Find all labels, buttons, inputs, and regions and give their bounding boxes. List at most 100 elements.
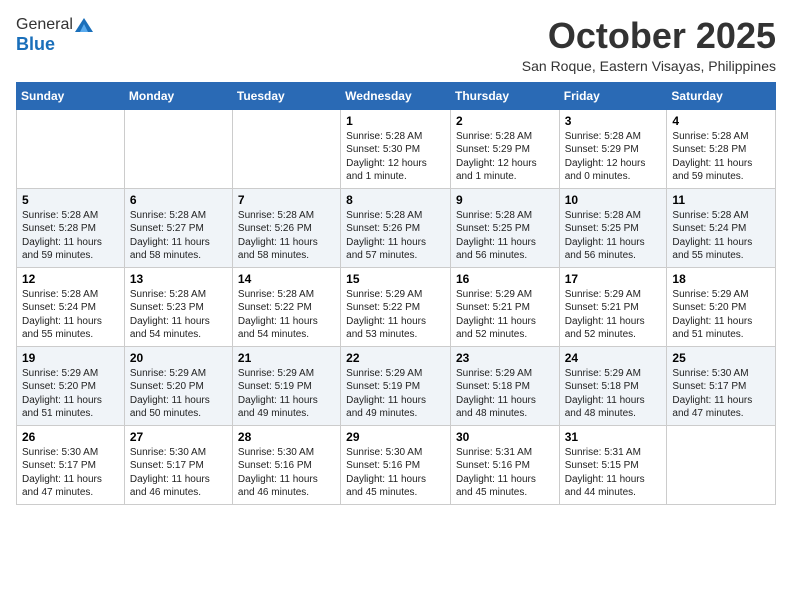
day-cell: 18Sunrise: 5:29 AM Sunset: 5:20 PM Dayli… <box>667 267 776 346</box>
day-cell: 8 Sunrise: 5:28 AM Sunset: 5:26 PM Daylig… <box>341 188 451 267</box>
day-cell <box>17 109 125 188</box>
day-cell: 1 Sunrise: 5:28 AM Sunset: 5:30 PM Daylig… <box>341 109 451 188</box>
day-cell <box>124 109 232 188</box>
day-number: 29 <box>346 430 445 444</box>
day-cell: 13 Sunrise: 5:28 AM Sunset: 5:23 PM Dayli… <box>124 267 232 346</box>
day-cell: 29 Sunrise: 5:30 AM Sunset: 5:16 PM Dayli… <box>341 425 451 504</box>
day-number: 4 <box>672 114 770 128</box>
day-number: 7 <box>238 193 335 207</box>
day-cell: 17 Sunrise: 5:29 AM Sunset: 5:21 PM Dayli… <box>559 267 667 346</box>
day-info: Sunrise: 5:30 AM Sunset: 5:16 PM Dayligh… <box>238 446 335 500</box>
day-number: 23 <box>456 351 554 365</box>
day-info: Sunrise: 5:31 AM Sunset: 5:15 PM Dayligh… <box>565 446 662 500</box>
day-info: Sunrise: 5:28 AM Sunset: 5:26 PM Dayligh… <box>238 209 335 263</box>
day-info: Sunrise: 5:30 AM Sunset: 5:17 PM Dayligh… <box>130 446 227 500</box>
logo-icon <box>75 18 93 32</box>
day-number: 12 <box>22 272 119 286</box>
day-number: 24 <box>565 351 662 365</box>
day-cell: 14 Sunrise: 5:28 AM Sunset: 5:22 PM Dayli… <box>232 267 340 346</box>
week-row-4: 19 Sunrise: 5:29 AM Sunset: 5:20 PM Dayli… <box>17 346 776 425</box>
day-cell: 3Sunrise: 5:28 AM Sunset: 5:29 PM Daylig… <box>559 109 667 188</box>
day-cell: 2Sunrise: 5:28 AM Sunset: 5:29 PM Daylig… <box>450 109 559 188</box>
month-title: October 2025 <box>522 16 776 56</box>
day-info: Sunrise: 5:29 AM Sunset: 5:21 PM Dayligh… <box>565 288 662 342</box>
day-number: 27 <box>130 430 227 444</box>
day-info: Sunrise: 5:28 AM Sunset: 5:28 PM Dayligh… <box>22 209 119 263</box>
day-number: 30 <box>456 430 554 444</box>
day-number: 10 <box>565 193 662 207</box>
day-number: 15 <box>346 272 445 286</box>
day-number: 1 <box>346 114 445 128</box>
day-info: Sunrise: 5:30 AM Sunset: 5:17 PM Dayligh… <box>672 367 770 421</box>
day-cell: 4 Sunrise: 5:28 AM Sunset: 5:28 PM Daylig… <box>667 109 776 188</box>
day-info: Sunrise: 5:28 AM Sunset: 5:26 PM Dayligh… <box>346 209 445 263</box>
day-number: 13 <box>130 272 227 286</box>
day-cell: 24Sunrise: 5:29 AM Sunset: 5:18 PM Dayli… <box>559 346 667 425</box>
day-number: 8 <box>346 193 445 207</box>
week-row-5: 26 Sunrise: 5:30 AM Sunset: 5:17 PM Dayli… <box>17 425 776 504</box>
day-number: 18 <box>672 272 770 286</box>
day-info: Sunrise: 5:31 AM Sunset: 5:16 PM Dayligh… <box>456 446 554 500</box>
calendar-header-row: SundayMondayTuesdayWednesdayThursdayFrid… <box>17 82 776 109</box>
day-info: Sunrise: 5:30 AM Sunset: 5:16 PM Dayligh… <box>346 446 445 500</box>
day-cell <box>232 109 340 188</box>
day-number: 28 <box>238 430 335 444</box>
day-info: Sunrise: 5:28 AM Sunset: 5:25 PM Dayligh… <box>565 209 662 263</box>
day-info: Sunrise: 5:29 AM Sunset: 5:21 PM Dayligh… <box>456 288 554 342</box>
day-cell: 19 Sunrise: 5:29 AM Sunset: 5:20 PM Dayli… <box>17 346 125 425</box>
day-info: Sunrise: 5:28 AM Sunset: 5:30 PM Dayligh… <box>346 130 445 184</box>
day-cell: 21 Sunrise: 5:29 AM Sunset: 5:19 PM Dayli… <box>232 346 340 425</box>
logo-general-text: General <box>16 16 73 34</box>
day-cell: 25 Sunrise: 5:30 AM Sunset: 5:17 PM Dayli… <box>667 346 776 425</box>
location-title: San Roque, Eastern Visayas, Philippines <box>522 58 776 74</box>
day-number: 6 <box>130 193 227 207</box>
day-number: 25 <box>672 351 770 365</box>
header-tuesday: Tuesday <box>232 82 340 109</box>
header-monday: Monday <box>124 82 232 109</box>
day-cell: 30 Sunrise: 5:31 AM Sunset: 5:16 PM Dayli… <box>450 425 559 504</box>
header-thursday: Thursday <box>450 82 559 109</box>
day-info: Sunrise: 5:29 AM Sunset: 5:18 PM Dayligh… <box>456 367 554 421</box>
day-cell: 5 Sunrise: 5:28 AM Sunset: 5:28 PM Daylig… <box>17 188 125 267</box>
day-cell: 6Sunrise: 5:28 AM Sunset: 5:27 PM Daylig… <box>124 188 232 267</box>
day-number: 5 <box>22 193 119 207</box>
title-area: October 2025 San Roque, Eastern Visayas,… <box>522 16 776 74</box>
day-number: 17 <box>565 272 662 286</box>
day-cell: 7 Sunrise: 5:28 AM Sunset: 5:26 PM Daylig… <box>232 188 340 267</box>
day-number: 26 <box>22 430 119 444</box>
day-info: Sunrise: 5:29 AM Sunset: 5:22 PM Dayligh… <box>346 288 445 342</box>
header-saturday: Saturday <box>667 82 776 109</box>
day-cell: 22Sunrise: 5:29 AM Sunset: 5:19 PM Dayli… <box>341 346 451 425</box>
day-info: Sunrise: 5:30 AM Sunset: 5:17 PM Dayligh… <box>22 446 119 500</box>
day-number: 19 <box>22 351 119 365</box>
logo-blue-text: Blue <box>16 34 55 55</box>
header-wednesday: Wednesday <box>341 82 451 109</box>
day-cell <box>667 425 776 504</box>
day-number: 14 <box>238 272 335 286</box>
day-cell: 20Sunrise: 5:29 AM Sunset: 5:20 PM Dayli… <box>124 346 232 425</box>
day-number: 31 <box>565 430 662 444</box>
day-info: Sunrise: 5:28 AM Sunset: 5:24 PM Dayligh… <box>672 209 770 263</box>
header-friday: Friday <box>559 82 667 109</box>
day-number: 11 <box>672 193 770 207</box>
day-cell: 12Sunrise: 5:28 AM Sunset: 5:24 PM Dayli… <box>17 267 125 346</box>
day-info: Sunrise: 5:28 AM Sunset: 5:22 PM Dayligh… <box>238 288 335 342</box>
day-cell: 27 Sunrise: 5:30 AM Sunset: 5:17 PM Dayli… <box>124 425 232 504</box>
day-info: Sunrise: 5:28 AM Sunset: 5:29 PM Dayligh… <box>456 130 554 184</box>
week-row-1: 1 Sunrise: 5:28 AM Sunset: 5:30 PM Daylig… <box>17 109 776 188</box>
day-info: Sunrise: 5:28 AM Sunset: 5:25 PM Dayligh… <box>456 209 554 263</box>
week-row-3: 12Sunrise: 5:28 AM Sunset: 5:24 PM Dayli… <box>17 267 776 346</box>
day-info: Sunrise: 5:29 AM Sunset: 5:20 PM Dayligh… <box>22 367 119 421</box>
day-info: Sunrise: 5:29 AM Sunset: 5:19 PM Dayligh… <box>238 367 335 421</box>
day-info: Sunrise: 5:28 AM Sunset: 5:23 PM Dayligh… <box>130 288 227 342</box>
day-info: Sunrise: 5:28 AM Sunset: 5:28 PM Dayligh… <box>672 130 770 184</box>
day-cell: 9Sunrise: 5:28 AM Sunset: 5:25 PM Daylig… <box>450 188 559 267</box>
day-cell: 16Sunrise: 5:29 AM Sunset: 5:21 PM Dayli… <box>450 267 559 346</box>
day-number: 3 <box>565 114 662 128</box>
day-info: Sunrise: 5:29 AM Sunset: 5:19 PM Dayligh… <box>346 367 445 421</box>
week-row-2: 5 Sunrise: 5:28 AM Sunset: 5:28 PM Daylig… <box>17 188 776 267</box>
day-number: 21 <box>238 351 335 365</box>
logo: General Blue <box>16 16 93 55</box>
day-info: Sunrise: 5:29 AM Sunset: 5:20 PM Dayligh… <box>130 367 227 421</box>
day-cell: 15 Sunrise: 5:29 AM Sunset: 5:22 PM Dayli… <box>341 267 451 346</box>
